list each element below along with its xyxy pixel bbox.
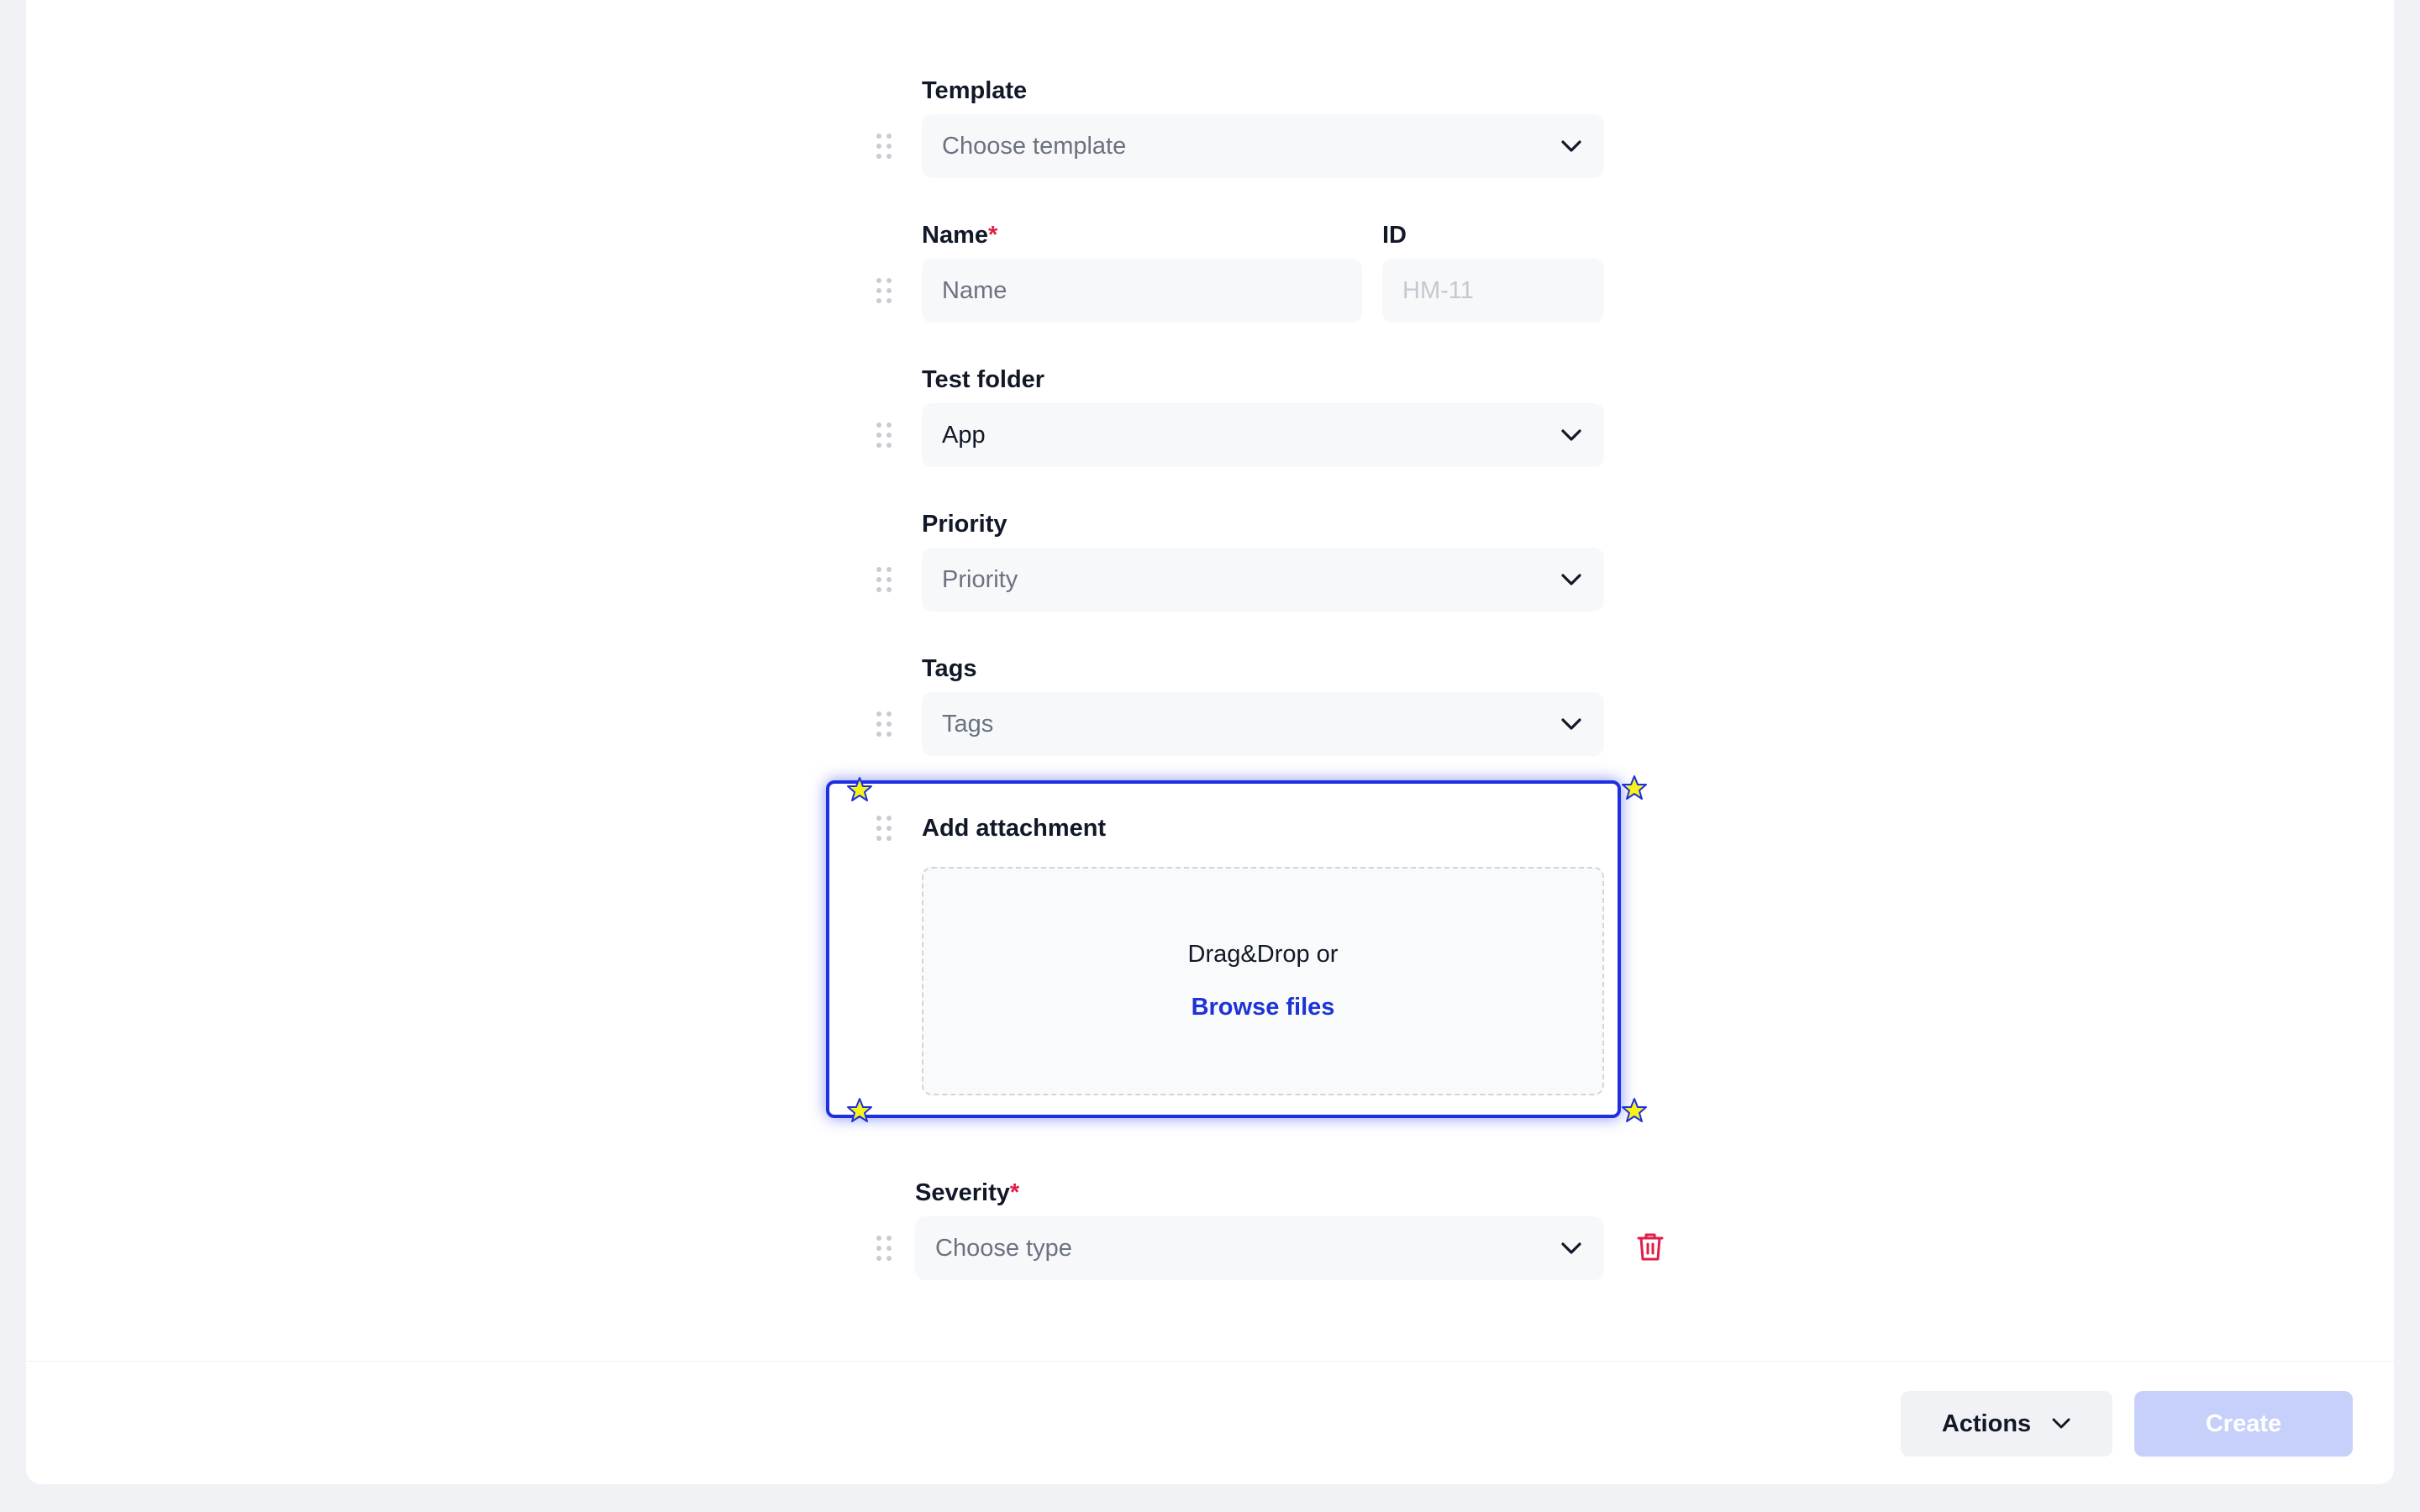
chevron-down-icon bbox=[1559, 134, 1584, 159]
tags-select[interactable]: Tags bbox=[922, 692, 1604, 756]
create-test-form: Template Choose template Name* Name ID H… bbox=[26, 0, 2394, 1361]
priority-select[interactable]: Priority bbox=[922, 548, 1604, 612]
priority-placeholder: Priority bbox=[942, 565, 1018, 593]
template-label: Template bbox=[922, 77, 1028, 104]
test-folder-value: App bbox=[942, 421, 986, 449]
chevron-down-icon bbox=[1559, 711, 1584, 737]
attachment-dropzone[interactable]: Drag&Drop or Browse files bbox=[922, 867, 1604, 1095]
create-button[interactable]: Create bbox=[2134, 1391, 2353, 1457]
required-mark: * bbox=[988, 222, 998, 249]
severity-select[interactable]: Choose type bbox=[915, 1216, 1604, 1280]
chevron-down-icon bbox=[2052, 1418, 2070, 1429]
test-folder-select[interactable]: App bbox=[922, 403, 1604, 467]
tags-placeholder: Tags bbox=[942, 710, 994, 738]
drag-handle-icon[interactable] bbox=[876, 566, 892, 593]
id-label: ID bbox=[1382, 222, 1407, 249]
name-input-placeholder: Name bbox=[942, 276, 1007, 304]
star-marker-icon bbox=[847, 777, 872, 801]
severity-label-text: Severity bbox=[915, 1179, 1010, 1206]
severity-label: Severity* bbox=[915, 1181, 1019, 1205]
drag-handle-icon[interactable] bbox=[876, 422, 892, 449]
id-input-value: HM-11 bbox=[1402, 276, 1474, 304]
drag-handle-icon[interactable] bbox=[876, 1235, 892, 1262]
template-select[interactable]: Choose template bbox=[922, 114, 1604, 178]
name-label-text: Name bbox=[922, 222, 988, 249]
required-mark: * bbox=[1009, 1179, 1020, 1206]
name-label: Name* bbox=[922, 223, 997, 248]
star-marker-icon bbox=[1622, 1098, 1647, 1122]
actions-button-label: Actions bbox=[1941, 1410, 2032, 1437]
test-folder-label: Test folder bbox=[922, 366, 1045, 393]
attachment-label: Add attachment bbox=[922, 815, 1107, 842]
name-input[interactable]: Name bbox=[922, 259, 1362, 323]
drag-handle-icon[interactable] bbox=[876, 815, 892, 842]
severity-placeholder: Choose type bbox=[935, 1234, 1072, 1262]
form-card: Template Choose template Name* Name ID H… bbox=[26, 0, 2394, 1484]
tags-label: Tags bbox=[922, 655, 977, 682]
chevron-down-icon bbox=[1559, 1236, 1584, 1261]
browse-files-link[interactable]: Browse files bbox=[1192, 994, 1335, 1021]
trash-icon[interactable] bbox=[1636, 1231, 1665, 1262]
template-select-placeholder: Choose template bbox=[942, 132, 1127, 160]
actions-button[interactable]: Actions bbox=[1901, 1391, 2112, 1457]
drag-handle-icon[interactable] bbox=[876, 133, 892, 160]
priority-label: Priority bbox=[922, 511, 1007, 538]
chevron-down-icon bbox=[1559, 567, 1584, 592]
dropzone-text: Drag&Drop or bbox=[1187, 941, 1339, 968]
drag-handle-icon[interactable] bbox=[876, 711, 892, 738]
drag-handle-icon[interactable] bbox=[876, 277, 892, 304]
chevron-down-icon bbox=[1559, 423, 1584, 448]
id-input: HM-11 bbox=[1382, 259, 1604, 323]
star-marker-icon bbox=[847, 1098, 872, 1122]
star-marker-icon bbox=[1622, 775, 1647, 800]
